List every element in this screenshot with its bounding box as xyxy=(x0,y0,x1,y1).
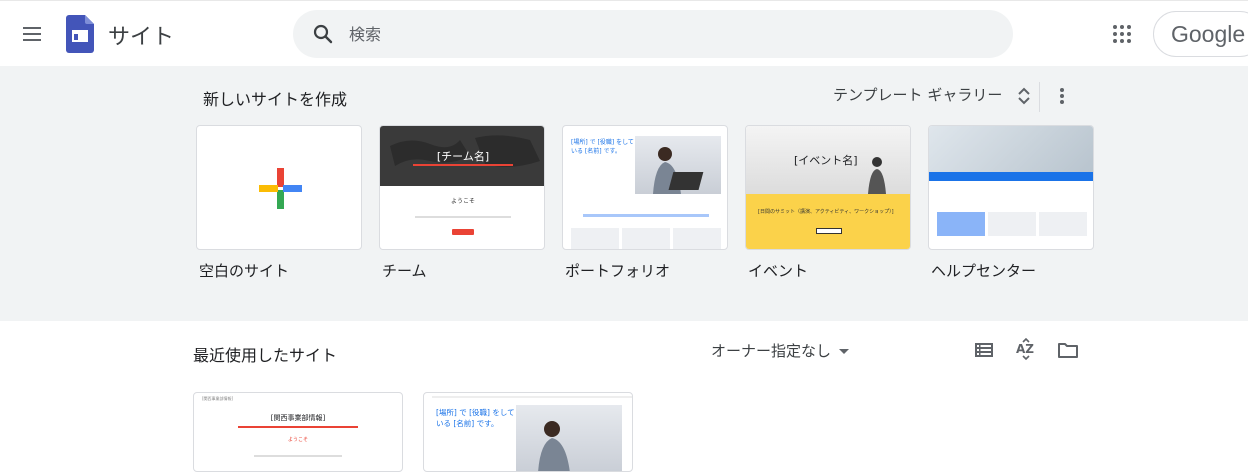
portfolio-photo xyxy=(635,136,721,194)
owner-filter-label: オーナー指定なし xyxy=(711,342,832,360)
menu-icon xyxy=(23,27,41,29)
template-label: 空白のサイト xyxy=(199,262,290,280)
recent-thumb-header: [関西事業部情報] xyxy=(202,396,234,401)
template-team[interactable]: [チーム名] ようこそ チーム xyxy=(379,125,545,281)
template-label: チーム xyxy=(382,262,427,280)
create-section-title: 新しいサイトを作成 xyxy=(203,90,348,109)
title-underline xyxy=(238,426,358,428)
google-account-button[interactable]: Google xyxy=(1153,11,1248,57)
team-thumb-button xyxy=(452,229,474,235)
recent-thumb-title: [場所] で [役職] をしている [名前] です。 xyxy=(436,408,515,428)
template-gallery-label: テンプレート ギャラリー xyxy=(833,86,1003,104)
more-vert-dot xyxy=(1060,100,1064,104)
placeholder-text-line xyxy=(432,396,632,398)
template-help-center[interactable]: ヘルプセンター xyxy=(928,125,1094,281)
team-thumb-title: [チーム名] xyxy=(436,150,490,163)
template-event[interactable]: [イベント名] [日間のサミット（講演、アクティビティ、ワークショップ）] イベ… xyxy=(745,125,911,281)
template-thumbnail xyxy=(928,125,1094,250)
placeholder-text-line xyxy=(583,214,709,217)
placeholder-block xyxy=(673,228,721,249)
more-vert-icon xyxy=(1060,88,1064,92)
template-label: ポートフォリオ xyxy=(565,262,671,280)
list-view-icon[interactable] xyxy=(972,338,996,362)
template-label: ヘルプセンター xyxy=(931,262,1037,280)
template-thumbnail: [場所] で [役職] をしている [名前] です。 xyxy=(562,125,728,250)
search-input[interactable] xyxy=(349,18,989,50)
template-blank[interactable]: 空白のサイト xyxy=(196,125,362,281)
template-gallery-button[interactable]: テンプレート ギャラリー xyxy=(833,84,1033,108)
menu-icon-bar xyxy=(23,33,41,35)
dropdown-arrow-icon xyxy=(839,349,850,354)
search-bar[interactable] xyxy=(293,10,1013,58)
event-thumb-button xyxy=(816,228,842,234)
recent-section-title: 最近使用したサイト xyxy=(193,346,338,365)
team-thumb-welcome: ようこそ xyxy=(450,198,475,205)
google-apps-icon[interactable] xyxy=(1104,16,1140,52)
recent-thumb-welcome: ようこそ xyxy=(287,437,308,443)
event-thumb-subtitle: [日間のサミット（講演、アクティビティ、ワークショップ）] xyxy=(758,209,894,215)
placeholder-block xyxy=(571,228,619,249)
more-vert-dot xyxy=(1060,94,1064,98)
app-title: サイト xyxy=(108,25,175,50)
help-blue-bar xyxy=(929,172,1093,181)
placeholder-block xyxy=(1039,212,1087,236)
more-options-button[interactable] xyxy=(1049,83,1075,109)
main-menu-button[interactable] xyxy=(14,16,50,52)
team-banner: [チーム名] xyxy=(380,126,544,186)
template-thumbnail: [イベント名] [日間のサミット（講演、アクティビティ、ワークショップ）] xyxy=(745,125,911,250)
template-label: イベント xyxy=(748,262,809,280)
recent-site-card[interactable]: [場所] で [役職] をしている [名前] です。 xyxy=(423,392,633,472)
speaker-image xyxy=(868,157,886,194)
template-portfolio[interactable]: [場所] で [役職] をしている [名前] です。 ポートフォリオ xyxy=(562,125,728,281)
portfolio-thumb-title: [場所] で [役職] をしている [名前] です。 xyxy=(571,139,634,155)
help-banner xyxy=(929,126,1093,172)
recent-thumb-title: [関西事業部情報] xyxy=(270,414,326,422)
plus-icon xyxy=(259,168,302,209)
toolbar-divider xyxy=(1039,82,1040,112)
event-banner: [イベント名] xyxy=(746,126,910,194)
folder-icon[interactable] xyxy=(1056,338,1080,362)
template-thumbnail: [チーム名] ようこそ xyxy=(379,125,545,250)
svg-text:AZ: AZ xyxy=(1016,342,1034,356)
search-icon[interactable] xyxy=(311,22,335,46)
unfold-more-icon xyxy=(1018,87,1030,104)
owner-filter-dropdown[interactable]: オーナー指定なし xyxy=(711,340,850,361)
top-app-bar: サイト Google xyxy=(0,0,1248,66)
menu-icon-bar xyxy=(23,39,41,41)
sort-az-icon[interactable]: AZ xyxy=(1014,338,1038,362)
title-underline xyxy=(413,164,513,166)
recent-site-card[interactable]: [関西事業部情報] [関西事業部情報] ようこそ xyxy=(193,392,403,472)
placeholder-text-line xyxy=(254,455,342,457)
placeholder-block xyxy=(988,212,1036,236)
sites-logo-icon[interactable] xyxy=(66,15,94,53)
event-yellow-band: [日間のサミット（講演、アクティビティ、ワークショップ）] xyxy=(746,194,910,249)
help-card-highlight xyxy=(937,212,985,236)
create-site-section: 新しいサイトを作成 テンプレート ギャラリー 空白のサイト [チーム名] ようこ… xyxy=(0,66,1248,321)
placeholder-text-line xyxy=(415,216,511,218)
placeholder-block xyxy=(622,228,670,249)
person-image xyxy=(653,147,704,194)
template-thumbnail xyxy=(196,125,362,250)
event-thumb-title: [イベント名] xyxy=(794,154,858,167)
